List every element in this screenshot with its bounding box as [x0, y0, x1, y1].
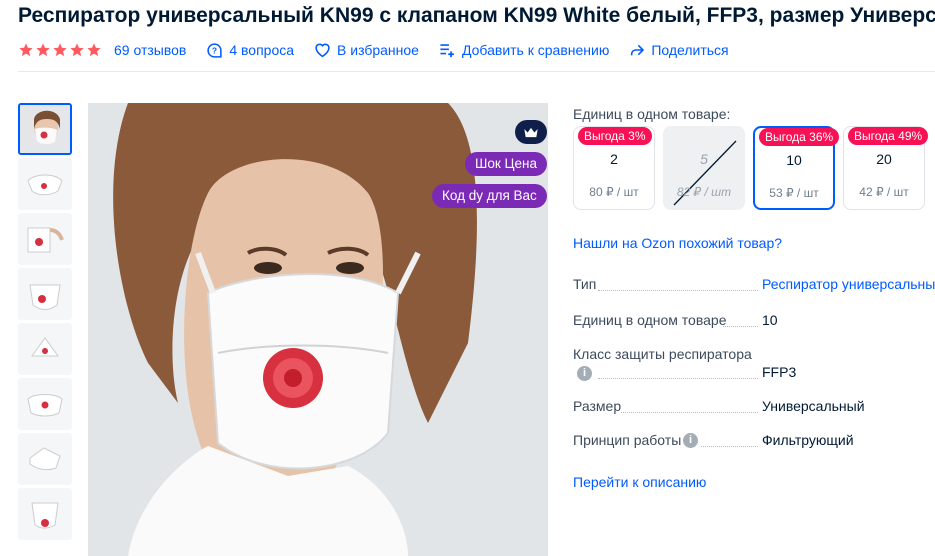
info-icon[interactable]: i: [577, 366, 592, 381]
thumbnail-mask-pack-image: [22, 491, 68, 537]
crown-icon: [524, 127, 538, 137]
premium-crown-badge[interactable]: [515, 120, 547, 144]
spec-value: Универсальный: [762, 398, 865, 414]
spec-value: FFP3: [762, 364, 797, 380]
thumbnail-gallery: [18, 103, 73, 543]
unit-qty: 20: [876, 151, 892, 167]
unit-option-2[interactable]: Выгода 3% 2 80 ₽ / шт: [573, 126, 655, 210]
compare-button[interactable]: Добавить к сравнению: [439, 42, 609, 58]
thumbnail-1[interactable]: [18, 103, 72, 155]
header-divider: [18, 71, 935, 72]
unit-qty: 2: [610, 151, 618, 167]
spec-dots: [598, 290, 758, 291]
rating-stars[interactable]: [18, 42, 102, 58]
questions-link[interactable]: ? 4 вопроса: [206, 42, 294, 59]
unit-price: 53 ₽ / шт: [769, 186, 819, 200]
favorite-label: В избранное: [337, 42, 419, 58]
spec-value-link[interactable]: Респиратор универсальный: [762, 276, 935, 292]
thumbnail-mask-folded-image: [22, 436, 68, 482]
product-meta-bar: 69 отзывов ? 4 вопроса В избранное Добав…: [18, 40, 749, 60]
units-label: Единиц в одном товаре:: [573, 106, 731, 122]
thumbnail-6[interactable]: [18, 378, 72, 430]
svg-text:?: ?: [212, 45, 217, 55]
star-icon: [36, 43, 50, 57]
product-title: Респиратор универсальный KN99 с клапаном…: [18, 4, 935, 27]
compare-list-icon: [440, 44, 454, 58]
unit-option-10[interactable]: Выгода 36% 10 53 ₽ / шт: [753, 126, 840, 210]
unit-price: 80 ₽ / шт: [589, 185, 639, 199]
star-icon: [19, 43, 33, 57]
goto-description-link[interactable]: Перейти к описанию: [573, 474, 706, 490]
star-icon: [87, 43, 101, 57]
unit-price: 82 ₽ / шт: [676, 185, 732, 199]
compare-label: Добавить к сравнению: [461, 42, 610, 58]
spec-key: Тип: [573, 276, 597, 292]
thumbnail-mask-cone-image: [22, 326, 68, 372]
thumbnail-5[interactable]: [18, 323, 72, 375]
thumbnail-mask-side-image: [22, 161, 68, 207]
units-selector: Выгода 3% 2 80 ₽ / шт 5 82 ₽ / шт Выгода…: [573, 126, 929, 210]
spec-key: Класс защиты респиратора: [573, 346, 752, 362]
spec-dots: [723, 326, 758, 327]
questions-label: 4 вопроса: [229, 42, 295, 58]
unit-qty: 10: [786, 152, 802, 168]
spec-value: 10: [762, 312, 778, 328]
favorite-button[interactable]: В избранное: [314, 42, 419, 58]
shock-price-badge: Шок Цена: [465, 152, 547, 176]
spec-key: Размер: [573, 398, 622, 414]
star-icon: [53, 43, 67, 57]
thumbnail-4[interactable]: [18, 268, 72, 320]
thumbnail-2[interactable]: [18, 158, 72, 210]
heart-icon: [315, 43, 330, 58]
spec-key: Единиц в одном товаре: [573, 312, 727, 328]
thumbnail-3[interactable]: [18, 213, 72, 265]
question-bubble-icon: ?: [207, 42, 222, 58]
reviews-link[interactable]: 69 отзывов: [114, 42, 186, 58]
thumbnail-mask-front-image: [22, 271, 68, 317]
thumbnail-8[interactable]: [18, 488, 72, 540]
share-label: Поделиться: [651, 42, 729, 58]
thumbnail-7[interactable]: [18, 433, 72, 485]
save-badge: Выгода 36%: [759, 128, 840, 146]
promo-code-badge: Код ԁу для Вас: [432, 184, 547, 208]
spec-dots: [621, 412, 758, 413]
save-badge: Выгода 3%: [578, 127, 652, 145]
thumbnail-valve-hand-image: [22, 216, 68, 262]
similar-product-link[interactable]: Нашли на Ozon похожий товар?: [573, 235, 782, 251]
info-icon[interactable]: i: [683, 433, 698, 448]
spec-value: Фильтрующий: [762, 432, 854, 448]
thumbnail-mask-dims-image: [22, 381, 68, 427]
thumbnail-woman-mask-image: [20, 105, 70, 153]
spec-key: Принцип работы: [573, 432, 682, 448]
share-button[interactable]: Поделиться: [629, 42, 729, 58]
star-icon: [70, 43, 84, 57]
share-arrow-icon: [631, 44, 645, 56]
unit-price: 42 ₽ / шт: [859, 185, 909, 199]
unit-option-5[interactable]: 5 82 ₽ / шт: [663, 126, 745, 210]
save-badge: Выгода 49%: [848, 127, 929, 145]
spec-dots: [598, 378, 758, 379]
unit-option-20[interactable]: Выгода 49% 20 42 ₽ / шт: [843, 126, 929, 210]
unit-qty: 5: [700, 151, 708, 167]
spec-dots: [701, 446, 758, 447]
